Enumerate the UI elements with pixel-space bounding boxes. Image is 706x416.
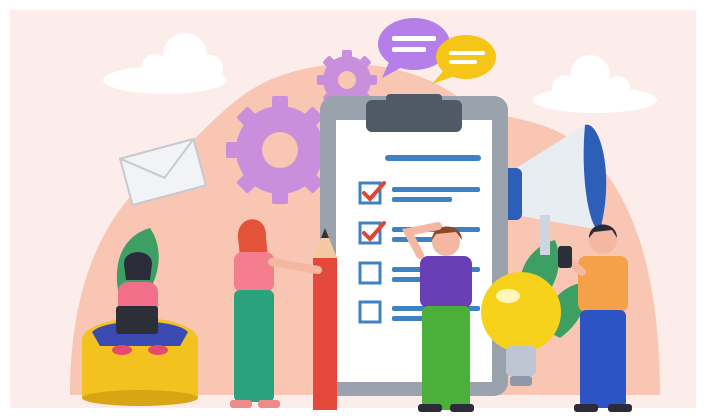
gear-tooth xyxy=(342,50,352,60)
gear-icon-large xyxy=(226,96,334,204)
checkbox-icon xyxy=(358,261,382,285)
illustration-scene xyxy=(0,0,706,416)
gear-tooth xyxy=(272,190,288,204)
checklist-line xyxy=(392,187,480,192)
checkbox-icon xyxy=(358,300,382,324)
checklist-line xyxy=(392,197,452,202)
gear-tooth xyxy=(272,96,288,110)
pencil-icon xyxy=(313,228,337,410)
gear-tooth xyxy=(367,75,377,85)
gear-tooth xyxy=(317,75,327,85)
gear-tooth xyxy=(226,142,240,158)
